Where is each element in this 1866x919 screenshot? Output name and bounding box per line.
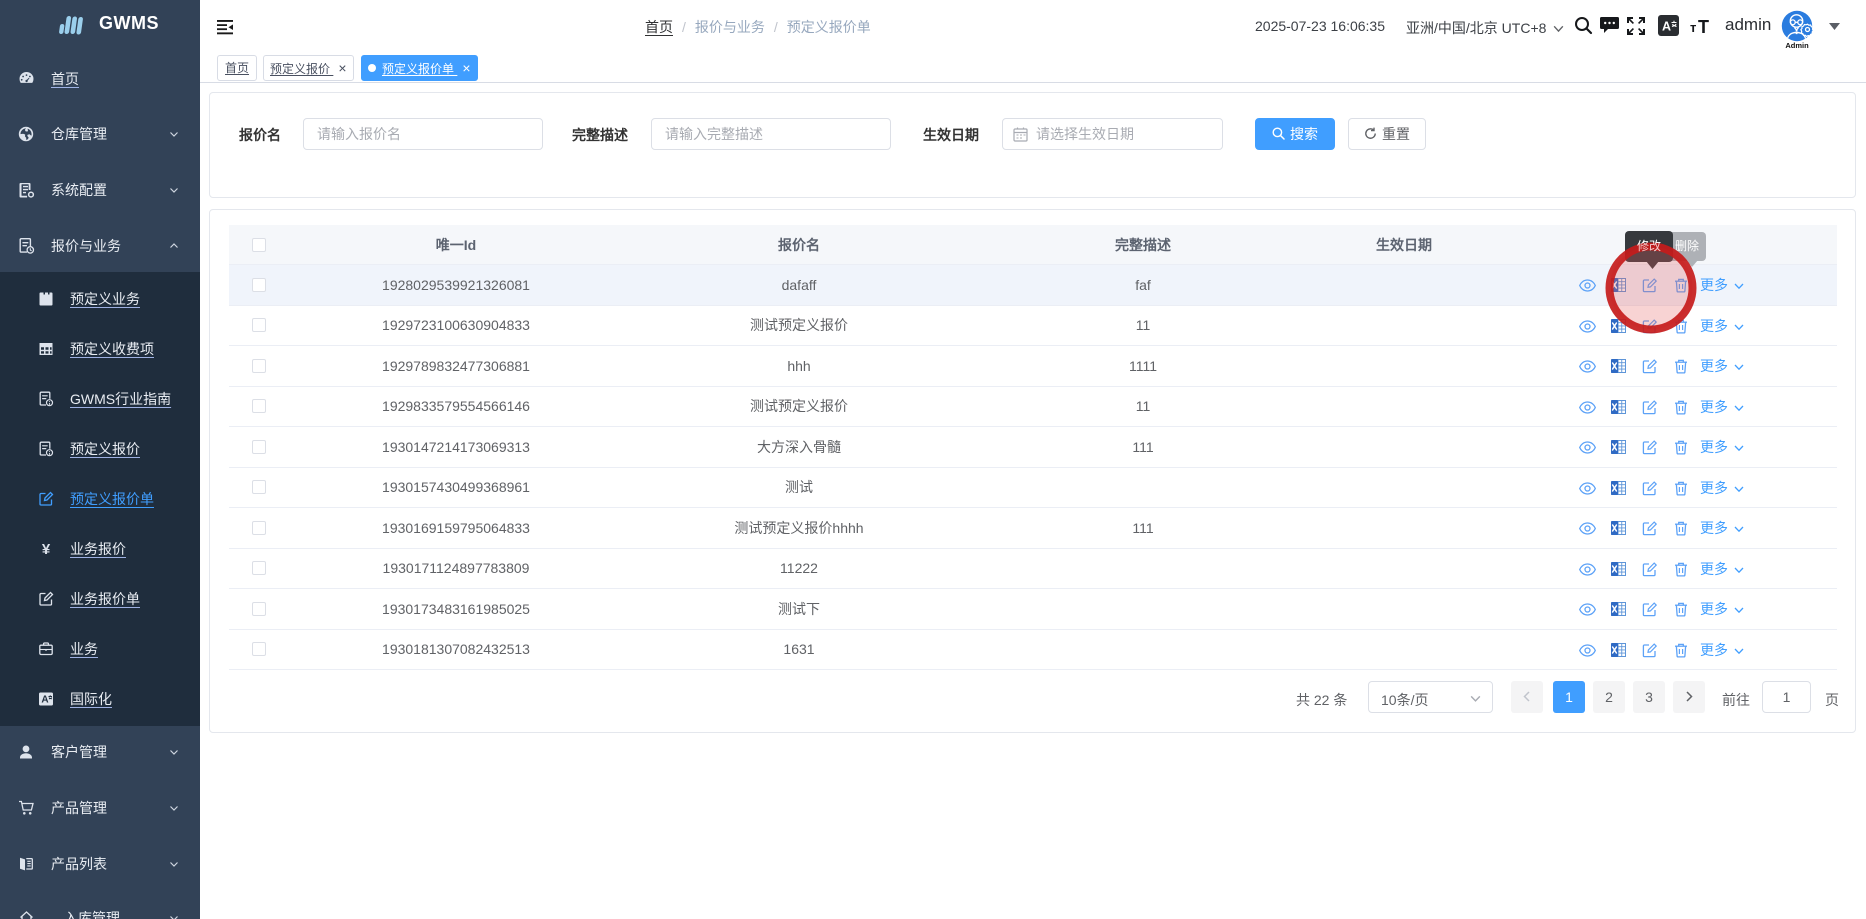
svg-text:A: A	[1662, 20, 1671, 34]
svg-text:т: т	[1690, 20, 1696, 35]
svg-text:A: A	[41, 695, 48, 706]
svg-text:¥: ¥	[42, 541, 51, 557]
svg-text:T: T	[1698, 18, 1709, 35]
svg-text:Admin: Admin	[1785, 41, 1809, 49]
